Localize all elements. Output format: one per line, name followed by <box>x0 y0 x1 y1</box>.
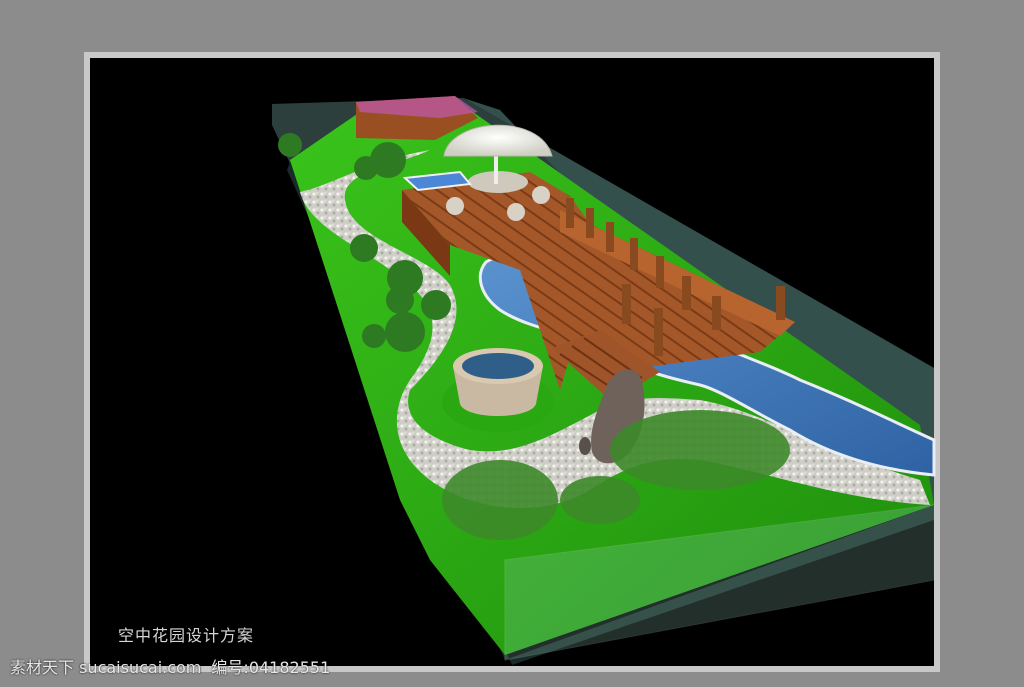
rooftop-garden-render <box>272 96 936 665</box>
watermark: 素材天下 sucaisucai.com 编号:04182551 <box>10 654 330 678</box>
watermark-site: 素材天下 sucaisucai.com <box>10 658 202 677</box>
watermark-id-label: 编号: <box>211 658 249 677</box>
caption: 空中花园设计方案 <box>118 626 255 645</box>
watermark-id-value: 04182551 <box>248 658 331 677</box>
fountain-water <box>462 353 534 379</box>
